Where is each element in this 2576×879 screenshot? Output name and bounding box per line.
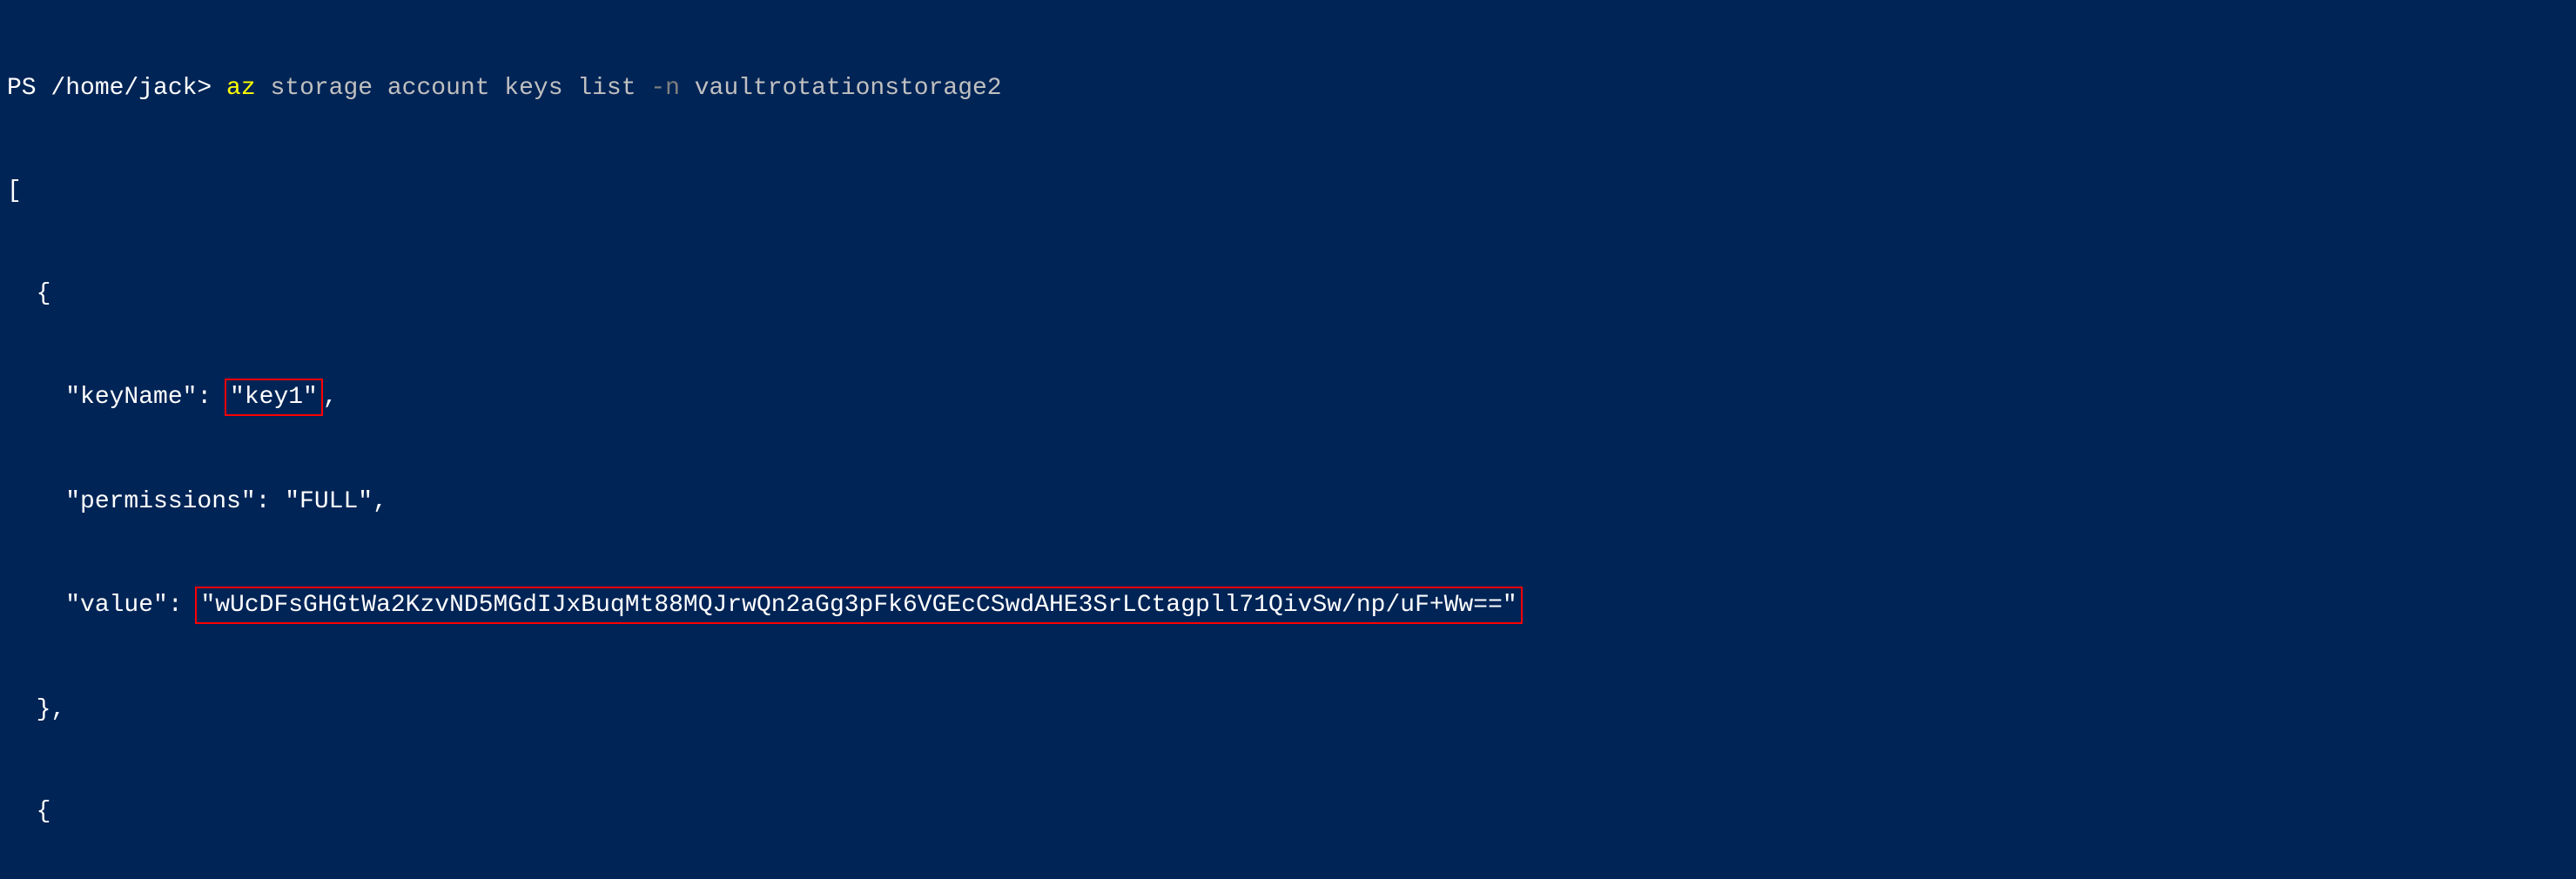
key1-permissions-line: "permissions": "FULL", [7,485,2569,519]
key1-value-label: "value": [7,592,197,619]
key2-open-brace: { [7,795,2569,829]
key1-close-brace: }, [7,693,2569,727]
terminal-window[interactable]: PS /home/jack> az storage account keys l… [0,0,2576,879]
ps-prompt: PS /home/jack> [7,71,226,105]
key1-value-highlight: "wUcDFsGHGtWa2KzvND5MGdIJxBuqMt88MQJrwQn… [195,587,1522,624]
command-args: storage account keys list [256,71,651,105]
key1-keyname-label: "keyName": [7,384,226,411]
command-prompt-line: PS /home/jack> az storage account keys l… [7,71,2569,105]
key1-open-brace: { [7,277,2569,311]
output-open-bracket: [ [7,174,2569,208]
key1-value-line: "value": "wUcDFsGHGtWa2KzvND5MGdIJxBuqMt… [7,587,2569,624]
key1-keyname-line: "keyName": "key1", [7,379,2569,416]
command-az: az [226,71,256,105]
key1-keyname-highlight: "key1" [225,379,323,416]
key1-keyname-comma: , [323,384,338,411]
command-flag-value: vaultrotationstorage2 [680,71,1002,105]
command-flag: -n [650,71,680,105]
